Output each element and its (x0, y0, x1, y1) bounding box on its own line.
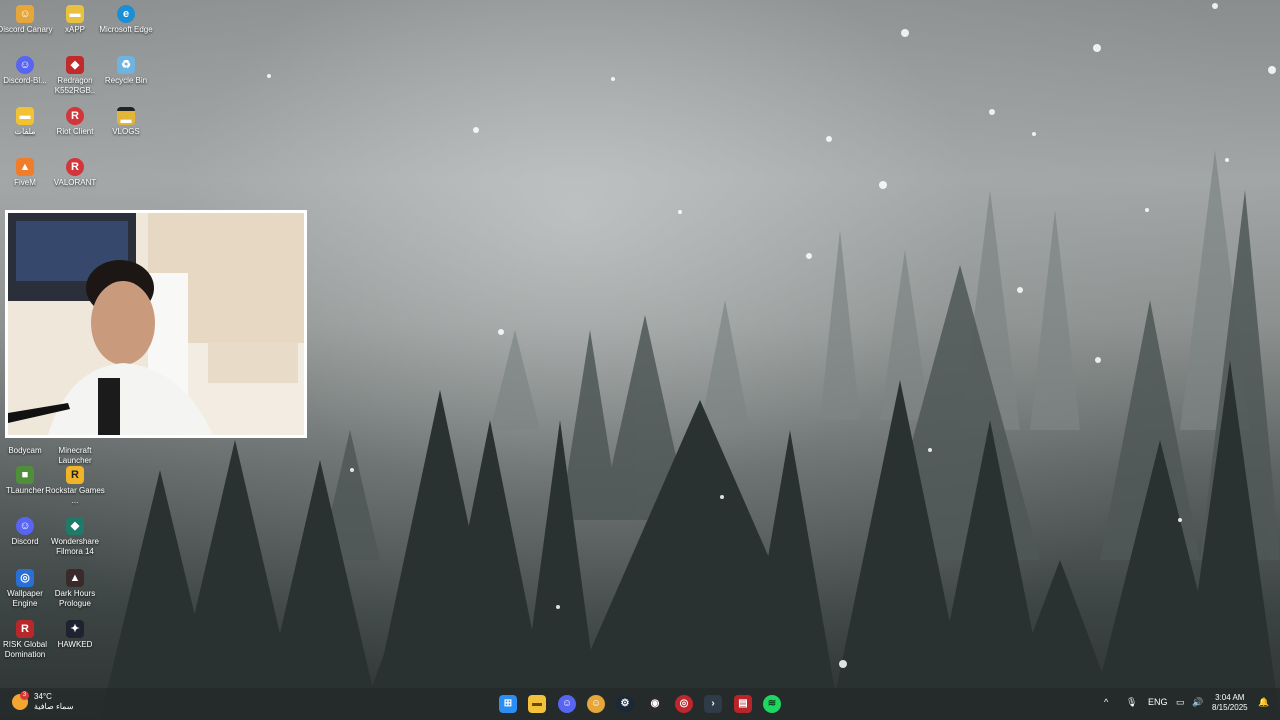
desktop-icon-label: Riot Client (56, 127, 94, 136)
weather-text: 34°C سماء صافية (34, 692, 74, 712)
discord-icon: ☺ (16, 56, 34, 74)
desktop-icon-hawked[interactable]: ✦ HAWKED (45, 620, 105, 650)
wallpaper-engine-icon: ◎ (16, 569, 34, 587)
desktop-icon-label: Discord-Bl... (3, 76, 47, 85)
vlogs-folder-icon: ▬ (117, 107, 135, 126)
desktop-icon-label: VLOGS (112, 127, 140, 136)
desktop-icon-label: FiveM (14, 178, 36, 187)
file-explorer-icon[interactable]: ▬ (528, 695, 546, 713)
microphone (98, 378, 120, 435)
discord-icon[interactable]: ☺ (558, 695, 576, 713)
riot-client-icon: R (66, 107, 84, 125)
rockstar-icon: R (66, 466, 84, 484)
steam-icon[interactable]: ⚙ (616, 695, 634, 713)
desktop-icon-label: Wallpaper Engine (7, 589, 43, 608)
capcut-icon[interactable]: ▤ (734, 695, 752, 713)
desktop-icon-label: Dark Hours Prologue (54, 589, 96, 608)
desktop-icon-label: Rockstar Games ... (45, 486, 105, 505)
obs-icon[interactable]: ◉ (646, 695, 664, 713)
filmora-icon: ◆ (66, 517, 84, 535)
fivem-icon: ▲ (16, 158, 34, 176)
desktop-icon-label: Discord (11, 537, 39, 546)
show-hidden-icons-chevron[interactable]: ^ (1104, 697, 1108, 707)
notification-bell-icon[interactable]: 🔔 (1258, 697, 1269, 708)
folder-icon: ▬ (16, 107, 34, 125)
desktop-icon-label: xAPP (64, 25, 85, 34)
desktop-icon-recycle-bin[interactable]: ♻ Recycle Bin (96, 56, 156, 86)
desktop-icon-label: RISK Global Domination (2, 640, 48, 659)
desktop-icon-rockstar-games[interactable]: R Rockstar Games ... (45, 466, 105, 506)
weather-temp: 34°C (34, 692, 52, 701)
desktop-icon-label: ملفات (14, 127, 36, 136)
weather-badge: 3 (20, 691, 29, 700)
desktop-icon-label: TLauncher (5, 486, 45, 495)
discord-canary-icon: ☺ (16, 5, 34, 23)
clock-date: 8/15/2025 (1212, 703, 1248, 712)
desktop-icon-microsoft-edge[interactable]: e Microsoft Edge (96, 5, 156, 35)
face (91, 281, 155, 365)
taskbar (0, 688, 1280, 720)
webcam-feed (8, 213, 304, 435)
webcam-overlay (5, 210, 307, 438)
desktop-icon-label: VALORANT (53, 178, 97, 187)
redragon-icon: ◆ (66, 56, 84, 74)
valorant-icon: R (66, 158, 84, 176)
spotify-icon[interactable]: ≋ (763, 695, 781, 713)
discord-icon: ☺ (16, 517, 34, 535)
desktop-icon-label: HAWKED (57, 640, 93, 649)
desktop-icon-label: Wondershare Filmora 14 (51, 537, 99, 556)
folder-icon: ▬ (66, 5, 84, 23)
clock-time: 3:04 AM (1215, 693, 1245, 702)
language-indicator[interactable]: ENG (1148, 697, 1168, 707)
discord-canary-icon[interactable]: ☺ (587, 695, 605, 713)
risk-icon: R (16, 620, 34, 638)
desktop-icon-label: Recycle Bin (104, 76, 148, 85)
desktop-icon-label: Bodycam (8, 446, 42, 455)
terminal-icon[interactable]: › (704, 695, 722, 713)
desktop-icon-dark-hours[interactable]: ▲ Dark Hours Prologue (45, 569, 105, 609)
desktop-icon-filmora[interactable]: ◆ Wondershare Filmora 14 (45, 517, 105, 557)
riot-vanguard-icon[interactable]: ◎ (675, 695, 693, 713)
network-icon[interactable]: ▭ (1176, 697, 1185, 708)
desktop-icon-valorant[interactable]: R VALORANT (45, 158, 105, 188)
clock[interactable]: 3:04 AM 8/15/2025 (1212, 693, 1248, 713)
desktop-icon-vlogs[interactable]: ▬ VLOGS (96, 107, 156, 137)
dark-hours-icon: ▲ (66, 569, 84, 587)
desktop-icon-label: Minecraft Launcher (58, 446, 92, 465)
weather-desc: سماء صافية (34, 702, 74, 711)
recycle-bin-icon: ♻ (117, 56, 135, 74)
tlauncher-icon: ■ (16, 466, 34, 484)
microphone-icon[interactable]: 🎙 (1126, 697, 1137, 708)
hawked-icon: ✦ (66, 620, 84, 638)
desktop-icon-label: Microsoft Edge (99, 25, 153, 34)
start-icon[interactable]: ⊞ (499, 695, 517, 713)
desktop-icon-label: Redragon K552RGB.. (54, 76, 96, 95)
edge-icon: e (117, 5, 135, 23)
volume-icon[interactable]: 🔊 (1192, 697, 1203, 708)
